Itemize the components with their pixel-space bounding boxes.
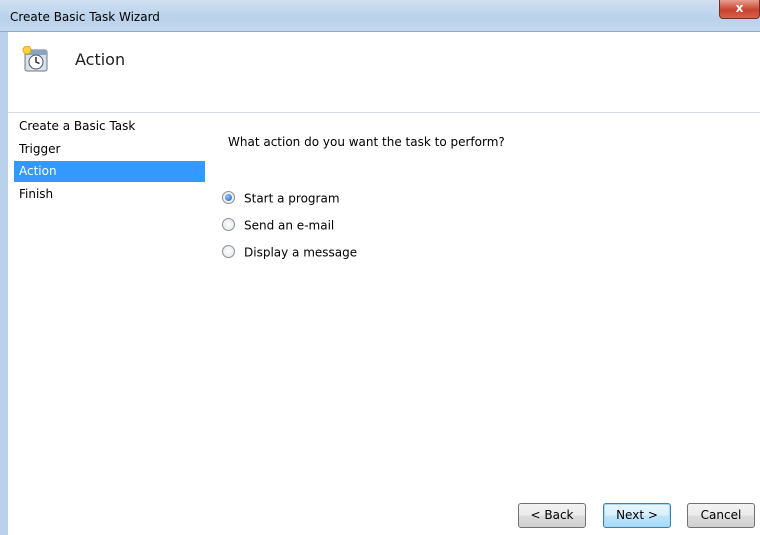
action-question: What action do you want the task to perf… [228, 135, 505, 149]
radio-display-message[interactable] [222, 245, 235, 258]
clock-icon [22, 46, 48, 72]
sidebar-item-trigger[interactable]: Trigger [14, 139, 205, 160]
radio-send-email[interactable] [222, 218, 235, 231]
option-label: Send an e-mail [244, 218, 335, 233]
cancel-button[interactable]: Cancel [687, 503, 755, 528]
title-bar: Create Basic Task Wizard x [0, 0, 760, 32]
sidebar-item-action[interactable]: Action [14, 161, 205, 182]
radio-start-program[interactable] [222, 191, 235, 204]
option-label: Display a message [244, 245, 358, 260]
wizard-steps: Create a Basic Task Trigger Action Finis… [8, 113, 208, 535]
page-title: Action [75, 50, 126, 69]
close-button[interactable]: x [719, 0, 760, 19]
option-send-email[interactable]: Send an e-mail [222, 215, 334, 235]
window-title: Create Basic Task Wizard [10, 10, 160, 24]
option-start-program[interactable]: Start a program [222, 188, 340, 208]
sidebar-item-finish[interactable]: Finish [14, 184, 205, 205]
next-button[interactable]: Next > [603, 503, 671, 528]
option-display-message[interactable]: Display a message [222, 242, 357, 262]
close-icon: x [735, 1, 744, 15]
option-label: Start a program [244, 191, 340, 206]
sidebar-item-create-basic-task[interactable]: Create a Basic Task [14, 116, 205, 137]
wizard-content: What action do you want the task to perf… [208, 113, 760, 535]
back-button[interactable]: < Back [518, 503, 586, 528]
wizard-header: Action [8, 32, 760, 113]
